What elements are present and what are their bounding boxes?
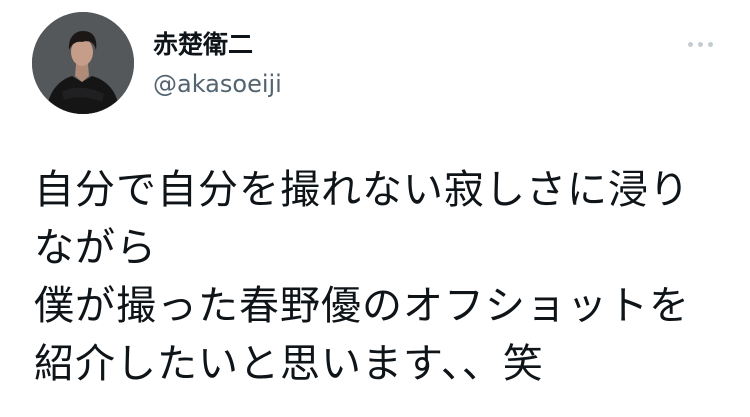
- more-dot: [707, 41, 713, 47]
- avatar-photo: [32, 12, 134, 114]
- tweet-text-line: 紹介したいと思います、、笑: [34, 341, 544, 387]
- more-horizontal-icon: [685, 41, 715, 47]
- tweet-text-line: ながら: [34, 225, 157, 271]
- tweet-text-line: 僕が撮った春野優のオフショットを: [34, 283, 690, 329]
- more-dot: [697, 41, 703, 47]
- avatar[interactable]: [32, 12, 134, 114]
- tweet-card: 赤楚衛二 @akasoeiji 自分で自分を撮れない寂しさに浸り ながら 僕が撮…: [0, 0, 750, 417]
- more-options-button[interactable]: [680, 30, 720, 58]
- tweet-text-line: 自分で自分を撮れない寂しさに浸り: [34, 167, 690, 213]
- author-handle[interactable]: @akasoeiji: [153, 69, 282, 99]
- author-display-name[interactable]: 赤楚衛二: [153, 30, 253, 60]
- more-dot: [687, 41, 693, 47]
- tweet-text: 自分で自分を撮れない寂しさに浸り ながら 僕が撮った春野優のオフショットを 紹介…: [34, 161, 734, 393]
